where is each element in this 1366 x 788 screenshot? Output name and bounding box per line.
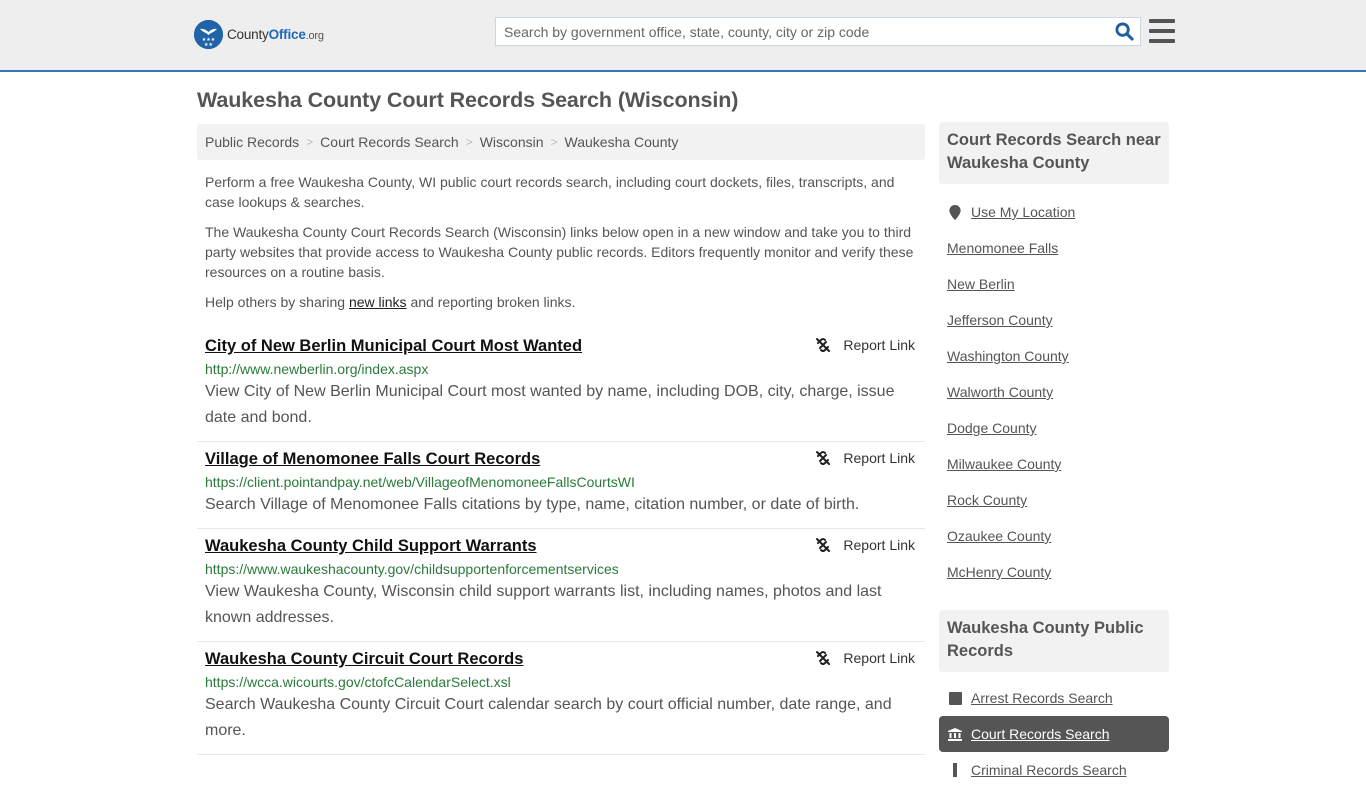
report-link-label: Report Link: [843, 450, 915, 466]
near-link-rock-county[interactable]: Rock County: [947, 492, 1027, 508]
report-link-label: Report Link: [843, 650, 915, 666]
menu-bar: [1149, 19, 1175, 23]
courthouse-icon: [947, 727, 963, 741]
page-title: Waukesha County Court Records Search (Wi…: [197, 88, 739, 112]
eagle-logo-icon: ★★★ ★★: [194, 20, 223, 49]
result-item: Waukesha County Circuit Court Records Re…: [197, 642, 925, 755]
site-header: ★★★ ★★ CountyOffice.org: [0, 0, 1366, 72]
menu-bar: [1149, 29, 1175, 33]
broken-link-icon: [816, 451, 831, 465]
square-icon: [947, 691, 963, 705]
breadcrumb-public-records[interactable]: Public Records: [205, 134, 299, 150]
use-my-location-item: Use My Location: [939, 194, 1169, 230]
search-icon: [1114, 22, 1134, 41]
bar-icon: [947, 763, 963, 777]
sidebar: Court Records Search near Waukesha Count…: [939, 122, 1169, 788]
result-description: Search Village of Menomonee Falls citati…: [205, 496, 860, 513]
broken-link-icon: [816, 651, 831, 665]
site-logo[interactable]: ★★★ ★★ CountyOffice.org: [194, 20, 324, 49]
new-links-link[interactable]: new links: [349, 294, 407, 310]
result-item: City of New Berlin Municipal Court Most …: [197, 329, 925, 442]
logo-org: .org: [305, 30, 324, 42]
result-item: Village of Menomonee Falls Court Records…: [197, 442, 925, 529]
report-link-label: Report Link: [843, 337, 915, 353]
intro-text: Perform a free Waukesha County, WI publi…: [197, 172, 925, 312]
result-url: https://wcca.wicourts.gov/ctofcCalendarS…: [205, 674, 511, 690]
result-title-link[interactable]: Village of Menomonee Falls Court Records: [205, 450, 540, 469]
breadcrumb: Public Records > Court Records Search > …: [197, 124, 925, 160]
results-list: City of New Berlin Municipal Court Most …: [197, 329, 925, 755]
public-records-heading: Waukesha County Public Records: [939, 610, 1169, 672]
result-description: View Waukesha County, Wisconsin child su…: [205, 583, 882, 626]
result-item: Waukesha County Child Support Warrants R…: [197, 529, 925, 642]
main-content: Public Records > Court Records Search > …: [197, 124, 925, 755]
public-record-item-active: Court Records Search: [939, 716, 1169, 752]
near-link-menomonee-falls[interactable]: Menomonee Falls: [947, 240, 1058, 256]
use-my-location-link[interactable]: Use My Location: [971, 204, 1075, 220]
search-button[interactable]: [1108, 18, 1140, 45]
report-link-button[interactable]: Report Link: [815, 537, 915, 553]
near-link-jefferson-county[interactable]: Jefferson County: [947, 312, 1053, 328]
broken-link-icon: [816, 538, 831, 552]
breadcrumb-separator: >: [306, 135, 314, 149]
map-marker-icon: [947, 204, 963, 220]
report-link-label: Report Link: [843, 537, 915, 553]
search-bar: [495, 17, 1141, 46]
public-records-list: Arrest Records Search Court Records Sear…: [939, 680, 1169, 788]
arrest-records-search-link[interactable]: Arrest Records Search: [971, 690, 1113, 706]
breadcrumb-waukesha-county[interactable]: Waukesha County: [565, 134, 679, 150]
result-title-link[interactable]: City of New Berlin Municipal Court Most …: [205, 337, 582, 356]
near-item: Walworth County: [939, 374, 1169, 410]
result-url: http://www.newberlin.org/index.aspx: [205, 361, 429, 377]
near-item: Dodge County: [939, 410, 1169, 446]
result-description: Search Waukesha County Circuit Court cal…: [205, 696, 892, 739]
report-link-button[interactable]: Report Link: [815, 650, 915, 666]
public-record-item: Criminal Records Search: [939, 752, 1169, 788]
near-link-ozaukee-county[interactable]: Ozaukee County: [947, 528, 1051, 544]
intro-text-before: Help others by sharing: [205, 294, 349, 310]
public-record-item: Arrest Records Search: [939, 680, 1169, 716]
near-item: Jefferson County: [939, 302, 1169, 338]
menu-bar: [1149, 39, 1175, 43]
hamburger-menu-button[interactable]: [1149, 19, 1175, 43]
near-item: Milwaukee County: [939, 446, 1169, 482]
criminal-records-search-link[interactable]: Criminal Records Search: [971, 762, 1127, 778]
near-item: New Berlin: [939, 266, 1169, 302]
logo-office: Office: [268, 27, 306, 42]
result-title-link[interactable]: Waukesha County Circuit Court Records: [205, 650, 523, 669]
result-description: View City of New Berlin Municipal Court …: [205, 383, 895, 426]
near-item: McHenry County: [939, 554, 1169, 590]
search-input[interactable]: [496, 18, 1108, 45]
report-link-button[interactable]: Report Link: [815, 337, 915, 353]
breadcrumb-separator: >: [550, 135, 558, 149]
report-link-button[interactable]: Report Link: [815, 450, 915, 466]
near-item: Menomonee Falls: [939, 230, 1169, 266]
near-item: Rock County: [939, 482, 1169, 518]
breadcrumb-separator: >: [465, 135, 473, 149]
result-title-link[interactable]: Waukesha County Child Support Warrants: [205, 537, 537, 556]
breadcrumb-wisconsin[interactable]: Wisconsin: [480, 134, 544, 150]
near-item: Ozaukee County: [939, 518, 1169, 554]
intro-text-after: and reporting broken links.: [406, 294, 576, 310]
intro-paragraph-1: Perform a free Waukesha County, WI publi…: [205, 174, 895, 210]
near-item: Washington County: [939, 338, 1169, 374]
broken-link-icon: [816, 338, 831, 352]
logo-wordmark: CountyOffice.org: [227, 27, 324, 42]
near-link-dodge-county[interactable]: Dodge County: [947, 420, 1037, 436]
intro-paragraph-3: Help others by sharing new links and rep…: [205, 292, 917, 312]
near-link-walworth-county[interactable]: Walworth County: [947, 384, 1053, 400]
intro-paragraph-2: The Waukesha County Court Records Search…: [205, 224, 914, 280]
near-link-milwaukee-county[interactable]: Milwaukee County: [947, 456, 1061, 472]
court-records-search-link[interactable]: Court Records Search: [971, 726, 1110, 742]
near-link-washington-county[interactable]: Washington County: [947, 348, 1069, 364]
svg-text:★★: ★★: [204, 42, 213, 48]
near-link-new-berlin[interactable]: New Berlin: [947, 276, 1015, 292]
result-url: https://www.waukeshacounty.gov/childsupp…: [205, 561, 619, 577]
breadcrumb-court-records-search[interactable]: Court Records Search: [320, 134, 459, 150]
near-list: Use My Location Menomonee Falls New Berl…: [939, 194, 1169, 590]
logo-county: County: [227, 27, 269, 42]
near-heading: Court Records Search near Waukesha Count…: [939, 122, 1169, 184]
result-url: https://client.pointandpay.net/web/Villa…: [205, 474, 635, 490]
near-link-mchenry-county[interactable]: McHenry County: [947, 564, 1051, 580]
